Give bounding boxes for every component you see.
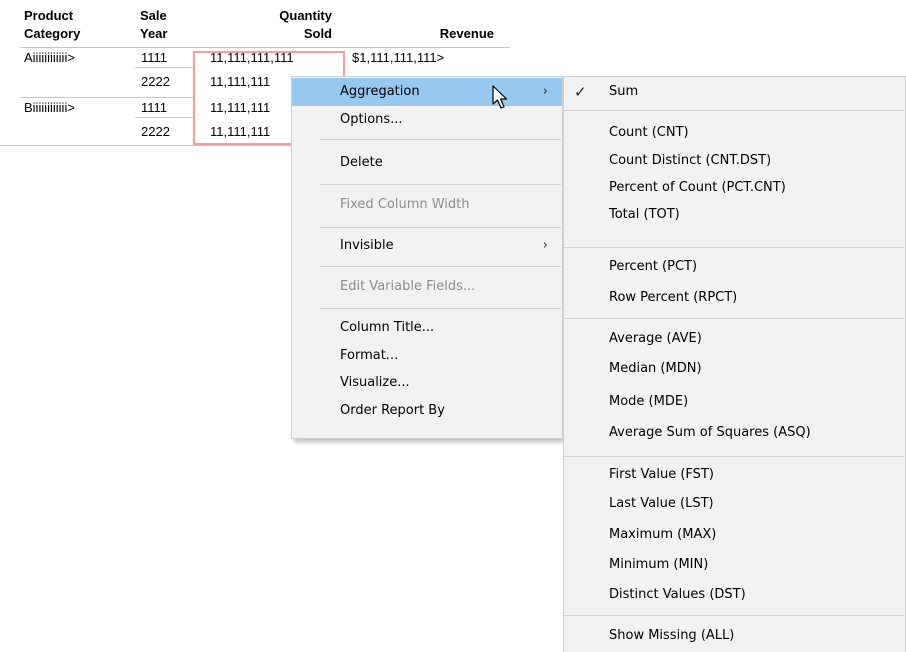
- agg-item-median[interactable]: Median (MDN): [564, 355, 905, 383]
- header-line: Sold: [303, 26, 332, 41]
- menu-item-delete[interactable]: Delete: [292, 149, 562, 177]
- arrow-pointer-icon: [492, 85, 508, 109]
- menu-item-label: Distinct Values (DST): [609, 587, 746, 602]
- header-line: Quantity: [279, 8, 332, 23]
- menu-item-label: Average Sum of Squares (ASQ): [609, 425, 811, 440]
- agg-item-percent-of-count[interactable]: Percent of Count (PCT.CNT): [564, 174, 905, 202]
- checkmark-icon: ✓: [574, 83, 587, 101]
- agg-item-show-missing[interactable]: Show Missing (ALL): [564, 622, 905, 650]
- submenu-arrow-icon: ›: [542, 238, 548, 253]
- menu-item-order-report-by[interactable]: Order Report By: [292, 403, 562, 434]
- menu-item-column-title[interactable]: Column Title...: [292, 314, 562, 342]
- agg-item-maximum[interactable]: Maximum (MAX): [564, 521, 905, 549]
- menu-item-format[interactable]: Format...: [292, 342, 562, 370]
- agg-item-mode[interactable]: Mode (MDE): [564, 388, 905, 416]
- menu-item-label: Average (AVE): [609, 331, 702, 346]
- menu-item-label: Maximum (MAX): [609, 527, 717, 542]
- menu-item-label: Minimum (MIN): [609, 557, 709, 572]
- header-revenue[interactable]: Revenue: [400, 25, 494, 43]
- table-bottom-rule: [0, 145, 292, 146]
- agg-item-average[interactable]: Average (AVE): [564, 325, 905, 353]
- header-line: Sale: [140, 8, 167, 23]
- menu-item-visualize[interactable]: Visualize...: [292, 369, 562, 397]
- menu-item-label: Count (CNT): [609, 125, 689, 140]
- cell-category[interactable]: Aiiiiiiiiiiii>: [24, 48, 75, 68]
- agg-item-count[interactable]: Count (CNT): [564, 119, 905, 147]
- cell-revenue[interactable]: $1,111,111,111>: [352, 48, 444, 68]
- menu-item-label: Count Distinct (CNT.DST): [609, 153, 772, 168]
- agg-item-total[interactable]: Total (TOT): [564, 201, 905, 229]
- menu-item-label: Column Title...: [340, 320, 435, 335]
- cell-year[interactable]: 2222: [141, 122, 170, 142]
- menu-item-label: Invisible: [340, 238, 394, 253]
- cell-year[interactable]: 1111: [141, 48, 167, 68]
- header-quantity-sold[interactable]: Quantity Sold: [200, 7, 332, 43]
- agg-item-row-percent[interactable]: Row Percent (RPCT): [564, 284, 905, 312]
- menu-item-label: Percent of Count (PCT.CNT): [609, 180, 786, 195]
- agg-item-last-value[interactable]: Last Value (LST): [564, 490, 905, 518]
- menu-separator: [320, 184, 561, 185]
- menu-separator: [564, 318, 904, 319]
- agg-item-average-sum-of-squares[interactable]: Average Sum of Squares (ASQ): [564, 419, 905, 447]
- menu-item-label: Row Percent (RPCT): [609, 290, 738, 305]
- agg-item-minimum[interactable]: Minimum (MIN): [564, 551, 905, 579]
- menu-separator: [564, 110, 904, 111]
- menu-item-aggregation[interactable]: Aggregation ›: [292, 78, 562, 106]
- menu-item-label: Mode (MDE): [609, 394, 689, 409]
- menu-item-label: Sum: [609, 84, 639, 99]
- header-line: Year: [140, 26, 168, 41]
- menu-item-label: Order Report By: [340, 403, 445, 418]
- menu-item-options[interactable]: Options...: [292, 106, 562, 134]
- header-line: Product: [24, 8, 74, 23]
- cell-year[interactable]: 2222: [141, 72, 170, 92]
- agg-item-sum[interactable]: ✓ Sum: [564, 78, 905, 106]
- menu-item-label: Percent (PCT): [609, 259, 698, 274]
- menu-item-label: Fixed Column Width: [340, 197, 470, 212]
- menu-item-label: Aggregation: [340, 84, 420, 99]
- header-line: Category: [24, 26, 81, 41]
- menu-separator: [320, 227, 561, 228]
- menu-item-label: Show Missing (ALL): [609, 628, 735, 643]
- header-sale-year[interactable]: Sale Year: [140, 7, 167, 43]
- menu-item-label: Visualize...: [340, 375, 410, 390]
- menu-separator: [564, 456, 904, 457]
- aggregation-submenu: ✓ Sum Count (CNT) Count Distinct (CNT.DS…: [563, 76, 906, 652]
- menu-item-label: Last Value (LST): [609, 496, 714, 511]
- agg-item-count-distinct[interactable]: Count Distinct (CNT.DST): [564, 147, 905, 175]
- menu-item-edit-variable-fields: Edit Variable Fields...: [292, 273, 562, 301]
- menu-item-invisible[interactable]: Invisible ›: [292, 232, 562, 260]
- menu-separator: [564, 247, 904, 248]
- menu-item-label: First Value (FST): [609, 467, 714, 482]
- menu-item-label: Delete: [340, 155, 383, 170]
- menu-item-label: Format...: [340, 348, 399, 363]
- agg-item-percent[interactable]: Percent (PCT): [564, 253, 905, 281]
- menu-separator: [320, 308, 561, 309]
- menu-item-fixed-column-width: Fixed Column Width: [292, 191, 562, 219]
- menu-item-label: Median (MDN): [609, 361, 702, 376]
- agg-item-first-value[interactable]: First Value (FST): [564, 461, 905, 489]
- menu-separator: [564, 615, 904, 616]
- menu-item-label: Edit Variable Fields...: [340, 279, 476, 294]
- menu-separator: [320, 139, 561, 140]
- cell-year[interactable]: 1111: [141, 98, 167, 118]
- agg-item-distinct-values[interactable]: Distinct Values (DST): [564, 581, 905, 609]
- header-product-category[interactable]: Product Category: [24, 7, 80, 43]
- menu-separator: [320, 266, 561, 267]
- menu-item-label: Options...: [340, 112, 403, 127]
- column-context-menu: Aggregation › Options... Delete Fixed Co…: [291, 76, 563, 439]
- submenu-arrow-icon: ›: [542, 84, 548, 99]
- menu-item-label: Total (TOT): [609, 207, 680, 222]
- cell-category[interactable]: Biiiiiiiiiiii>: [24, 98, 75, 118]
